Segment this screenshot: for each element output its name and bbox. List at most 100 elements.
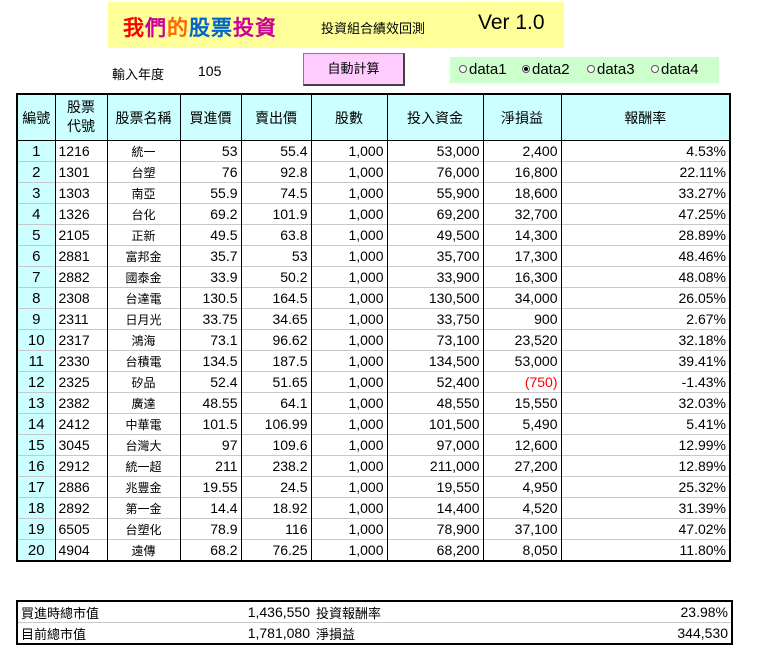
header-shares: 股數: [310, 93, 388, 141]
cell-name: 富邦金: [106, 245, 181, 267]
cell-buy-price: 52.4: [179, 371, 242, 393]
cell-index: 20: [16, 539, 56, 561]
header-index: 編號: [16, 93, 56, 141]
cell-index: 14: [16, 413, 56, 435]
cell-shares: 1,000: [310, 413, 388, 435]
cell-sell-price: 53: [240, 245, 312, 267]
title-char: 票: [211, 16, 233, 40]
radio-data4[interactable]: data4: [651, 61, 699, 78]
cell-return-rate: 48.46%: [560, 245, 731, 267]
net-value: 344,530: [566, 622, 732, 644]
table-row: 16 2912 統一超 211 238.2 1,000 211,000 27,200 12.89…: [16, 455, 731, 477]
cell-investment: 211,000: [386, 455, 484, 477]
auto-calculate-button[interactable]: 自動計算: [303, 53, 405, 86]
cell-shares: 1,000: [310, 476, 388, 498]
cell-sell-price: 50.2: [240, 266, 312, 288]
cell-sell-price: 34.65: [240, 308, 312, 330]
buy-total-value: 1,436,550: [217, 600, 313, 623]
cell-shares: 1,000: [310, 203, 388, 225]
cell-buy-price: 101.5: [179, 413, 242, 435]
cell-shares: 1,000: [310, 266, 388, 288]
cell-net-pl: 14,300: [482, 224, 562, 246]
cell-code: 1326: [54, 203, 108, 225]
cell-index: 5: [16, 224, 56, 246]
cell-code: 2412: [54, 413, 108, 435]
table-row: 19 6505 台塑化 78.9 116 1,000 78,900 37,100 47.02%: [16, 518, 731, 540]
summary-row: 目前總市值 1,781,080 淨損益 344,530: [17, 622, 732, 644]
cell-net-pl: 2,400: [482, 140, 562, 162]
cell-investment: 19,550: [386, 476, 484, 498]
cell-name: 台達電: [106, 287, 181, 309]
cell-return-rate: 5.41%: [560, 413, 731, 435]
cell-shares: 1,000: [310, 497, 388, 519]
cell-return-rate: 28.89%: [560, 224, 731, 246]
table-row: 2 1301 台塑 76 92.8 1,000 76,000 16,800 22.11%: [16, 161, 731, 183]
header-return-rate: 報酬率: [560, 93, 731, 141]
cell-buy-price: 33.9: [179, 266, 242, 288]
cell-buy-price: 33.75: [179, 308, 242, 330]
header-net-pl: 淨損益: [482, 93, 562, 141]
cell-net-pl: 16,300: [482, 266, 562, 288]
header-investment: 投入資金: [386, 93, 484, 141]
radio-data2[interactable]: data2: [522, 61, 570, 78]
cell-return-rate: 48.08%: [560, 266, 731, 288]
buy-total-label: 買進時總市值: [17, 600, 217, 623]
cell-name: 國泰金: [106, 266, 181, 288]
cell-return-rate: 33.27%: [560, 182, 731, 204]
cell-code: 2311: [54, 308, 108, 330]
summary-table: 買進時總市值 1,436,550 投資報酬率 23.98% 目前總市值 1,78…: [16, 600, 733, 645]
cell-buy-price: 68.2: [179, 539, 242, 561]
radio-indicator-icon: [587, 65, 595, 73]
app-title: 我們的股票投資: [123, 12, 277, 42]
cell-name: 廣達: [106, 392, 181, 414]
year-input[interactable]: 105: [198, 63, 221, 79]
cell-sell-price: 106.99: [240, 413, 312, 435]
cell-investment: 33,900: [386, 266, 484, 288]
cell-return-rate: 47.25%: [560, 203, 731, 225]
cell-buy-price: 48.55: [179, 392, 242, 414]
table-row: 6 2881 富邦金 35.7 53 1,000 35,700 17,300 48.46%: [16, 245, 731, 267]
cell-index: 13: [16, 392, 56, 414]
cell-net-pl: 32,700: [482, 203, 562, 225]
radio-data1[interactable]: data1: [459, 61, 507, 78]
cell-index: 16: [16, 455, 56, 477]
cell-net-pl: 53,000: [482, 350, 562, 372]
table-row: 15 3045 台灣大 97 109.6 1,000 97,000 12,600 12.99%: [16, 434, 731, 456]
cell-buy-price: 97: [179, 434, 242, 456]
cell-index: 10: [16, 329, 56, 351]
cell-return-rate: 25.32%: [560, 476, 731, 498]
cell-code: 2886: [54, 476, 108, 498]
cell-index: 12: [16, 371, 56, 393]
cell-investment: 68,200: [386, 539, 484, 561]
cell-code: 2882: [54, 266, 108, 288]
cell-name: 遠傳: [106, 539, 181, 561]
cell-index: 19: [16, 518, 56, 540]
cell-code: 2881: [54, 245, 108, 267]
cell-investment: 76,000: [386, 161, 484, 183]
cell-buy-price: 130.5: [179, 287, 242, 309]
cell-buy-price: 211: [179, 455, 242, 477]
cell-index: 18: [16, 497, 56, 519]
header-code: 股票 代號: [54, 93, 108, 141]
portfolio-table: 編號 股票 代號 股票名稱 買進價 賣出價 股數 投入資金 淨損益 報酬率 1 12…: [16, 93, 731, 562]
title-char: 股: [189, 16, 211, 40]
radio-label: data2: [532, 61, 570, 78]
cell-buy-price: 78.9: [179, 518, 242, 540]
cell-code: 6505: [54, 518, 108, 540]
cell-investment: 53,000: [386, 140, 484, 162]
cell-sell-price: 116: [240, 518, 312, 540]
cell-return-rate: 32.18%: [560, 329, 731, 351]
radio-label: data3: [597, 61, 635, 78]
cell-index: 17: [16, 476, 56, 498]
cell-investment: 55,900: [386, 182, 484, 204]
cell-return-rate: 26.05%: [560, 287, 731, 309]
cell-code: 4904: [54, 539, 108, 561]
header-buy-price: 買進價: [179, 93, 242, 141]
cell-net-pl: 12,600: [482, 434, 562, 456]
radio-data3[interactable]: data3: [587, 61, 635, 78]
cell-buy-price: 134.5: [179, 350, 242, 372]
cell-return-rate: 12.89%: [560, 455, 731, 477]
cell-buy-price: 73.1: [179, 329, 242, 351]
table-row: 4 1326 台化 69.2 101.9 1,000 69,200 32,700 47.25%: [16, 203, 731, 225]
cell-return-rate: 4.53%: [560, 140, 731, 162]
